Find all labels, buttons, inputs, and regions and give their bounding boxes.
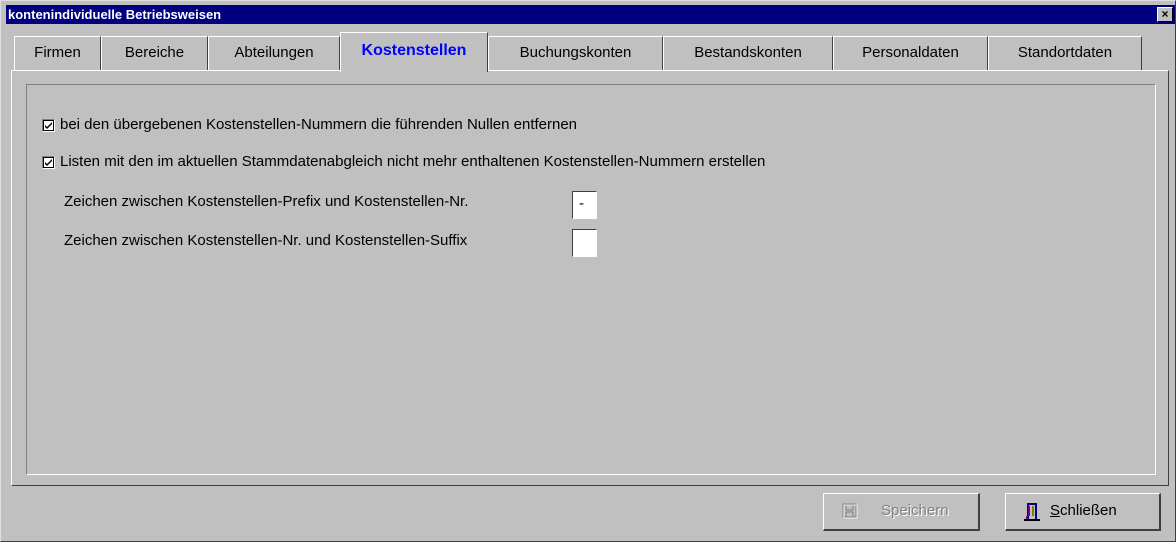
- create-lists-checkbox[interactable]: [42, 156, 55, 169]
- tab-bestandskonten[interactable]: Bestandskonten: [663, 36, 833, 70]
- create-lists-label[interactable]: Listen mit den im aktuellen Stammdatenab…: [60, 153, 765, 170]
- floppy-disk-icon: [842, 503, 858, 519]
- tab-standortdaten[interactable]: Standortdaten: [988, 36, 1142, 70]
- close-button[interactable]: Schließen: [1005, 493, 1161, 531]
- door-exit-icon: [1024, 503, 1040, 521]
- save-button[interactable]: Speichern: [823, 493, 980, 531]
- tab-label: Buchungskonten: [519, 44, 632, 61]
- strip-zeros-checkbox[interactable]: [42, 119, 55, 132]
- tab-label: Bestandskonten: [694, 44, 802, 61]
- tab-label: Abteilungen: [234, 44, 314, 61]
- close-window-button[interactable]: ×: [1157, 7, 1173, 22]
- tab-buchungskonten[interactable]: Buchungskonten: [488, 36, 663, 70]
- dialog-window: kontenindividuelle Betriebsweisen × Firm…: [0, 0, 1176, 542]
- suffix-separator-label: Zeichen zwischen Kostenstellen-Nr. und K…: [64, 232, 468, 249]
- strip-zeros-label[interactable]: bei den übergebenen Kostenstellen-Nummer…: [60, 116, 577, 133]
- prefix-separator-input[interactable]: -: [572, 191, 597, 219]
- prefix-separator-label: Zeichen zwischen Kostenstellen-Prefix un…: [64, 193, 469, 210]
- suffix-separator-input[interactable]: [572, 229, 597, 257]
- tab-label: Kostenstellen: [361, 42, 467, 59]
- settings-group: [26, 84, 1156, 475]
- close-button-label: Schließen: [1050, 502, 1117, 519]
- save-button-label: Speichern: [881, 502, 949, 519]
- tab-label: Bereiche: [124, 44, 185, 61]
- tab-personaldaten[interactable]: Personaldaten: [833, 36, 988, 70]
- tab-label: Firmen: [34, 44, 81, 61]
- tab-abteilungen[interactable]: Abteilungen: [208, 36, 340, 70]
- tab-bereiche[interactable]: Bereiche: [101, 36, 208, 70]
- checkmark-icon: [45, 159, 52, 166]
- tab-firmen[interactable]: Firmen: [14, 36, 101, 70]
- tab-label: Personaldaten: [862, 44, 959, 61]
- window-title: kontenindividuelle Betriebsweisen: [8, 7, 222, 22]
- close-icon: ×: [1161, 7, 1169, 21]
- title-bar[interactable]: kontenindividuelle Betriebsweisen ×: [6, 5, 1175, 24]
- tab-kostenstellen[interactable]: Kostenstellen: [340, 32, 488, 72]
- checkmark-icon: [45, 122, 52, 129]
- tab-label: Standortdaten: [1017, 44, 1113, 61]
